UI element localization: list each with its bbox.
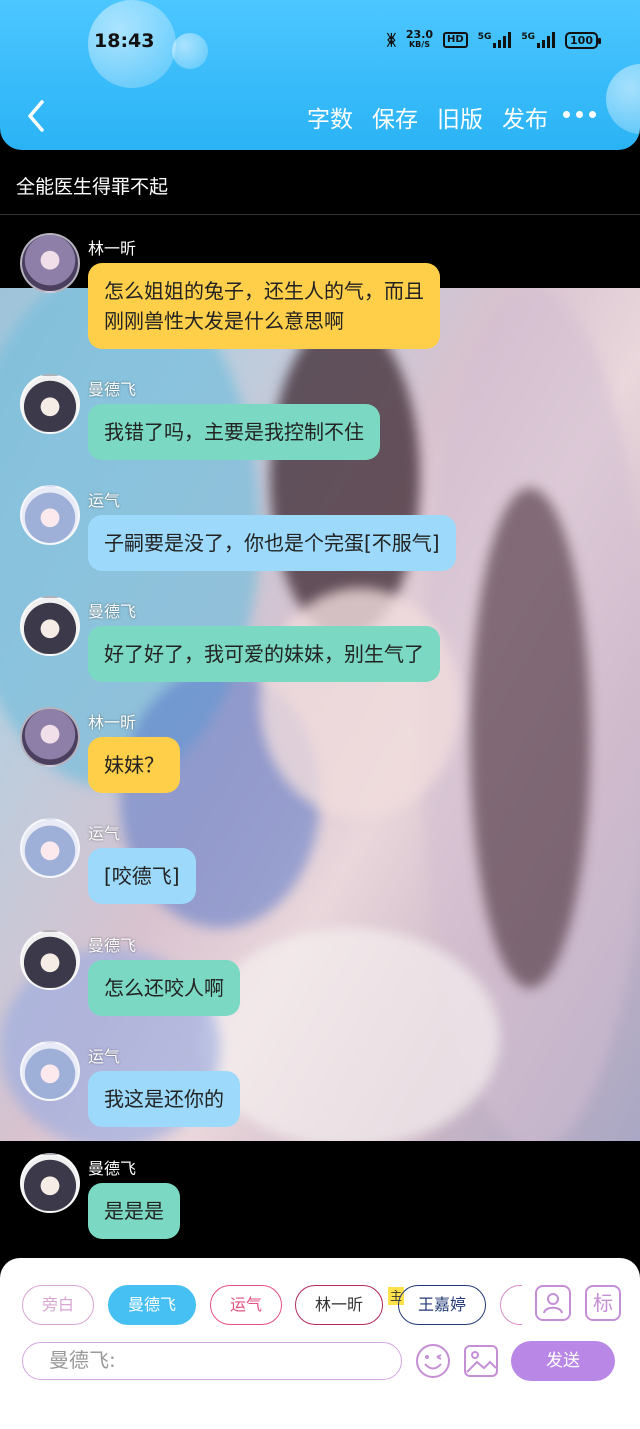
avatar[interactable] <box>20 930 80 990</box>
network-speed-unit: KB/S <box>408 40 430 49</box>
word-count-button[interactable]: 字数 <box>307 100 353 134</box>
avatar[interactable] <box>20 707 80 767</box>
message-bubble[interactable]: 子嗣要是没了，你也是个完蛋[不服气] <box>88 515 456 571</box>
avatar[interactable] <box>20 485 80 545</box>
avatar[interactable] <box>20 233 80 293</box>
speaker-name: 运气 <box>88 824 121 843</box>
back-button[interactable] <box>22 96 52 136</box>
character-chip-yunqi[interactable]: 运气 <box>210 1285 282 1325</box>
status-icons: ᛤ 23.0 KB/S HD 5G 5G 100 <box>386 28 601 50</box>
bluetooth-icon: ᛤ <box>386 31 396 49</box>
avatar[interactable] <box>20 596 80 656</box>
message-bubble[interactable]: 我这是还你的 <box>88 1071 240 1127</box>
composer-panel: 旁白 曼德飞 运气 林一昕 主 王嘉婷 标 曼德飞: 发送 <box>0 1258 640 1429</box>
network-label-2: 5G <box>521 32 536 42</box>
tag-icon[interactable]: 标 <box>585 1285 621 1321</box>
speaker-name: 运气 <box>88 1047 121 1066</box>
message-bubble[interactable]: 我错了吗，主要是我控制不住 <box>88 404 380 460</box>
character-card-icon[interactable] <box>535 1285 571 1321</box>
message-line: 刚刚兽性大发是什么意思啊 <box>104 309 344 333</box>
message-bubble[interactable]: 好了好了，我可爱的妹妹，别生气了 <box>88 626 440 682</box>
hd-badge: HD <box>443 32 468 48</box>
image-icon[interactable] <box>462 1342 500 1380</box>
person-icon <box>543 1293 563 1314</box>
speaker-name: 曼德飞 <box>88 602 137 621</box>
speaker-name: 曼德飞 <box>88 380 137 399</box>
speaker-name: 林一昕 <box>88 713 137 732</box>
message-line: 子嗣要是没了，你也是个完蛋[不服气] <box>104 531 440 555</box>
divider <box>0 214 640 215</box>
message-line: 我错了吗，主要是我控制不住 <box>104 420 364 444</box>
speaker-name: 曼德飞 <box>88 936 137 955</box>
avatar[interactable] <box>20 374 80 434</box>
character-chip-narration[interactable]: 旁白 <box>22 1285 94 1325</box>
message-line: 怎么还咬人啊 <box>104 976 224 1000</box>
document-title: 全能医生得罪不起 <box>16 176 169 198</box>
more-dots-icon[interactable] <box>563 111 596 118</box>
header-toolbar: 字数 保存 旧版 发布 <box>307 100 548 134</box>
save-button[interactable]: 保存 <box>372 100 418 134</box>
message-bubble[interactable]: 怎么还咬人啊 <box>88 960 240 1016</box>
character-selector: 旁白 曼德飞 运气 林一昕 主 王嘉婷 <box>22 1285 522 1327</box>
avatar[interactable] <box>20 818 80 878</box>
character-chip-wangjiating[interactable]: 王嘉婷 <box>398 1285 486 1325</box>
battery-indicator: 100 <box>565 31 601 49</box>
message-bubble[interactable]: [咬德飞] <box>88 848 196 904</box>
message-bubble[interactable]: 是是是 <box>88 1183 180 1239</box>
message-line: [咬德飞] <box>104 864 180 888</box>
status-bar: 18:43 ᛤ 23.0 KB/S HD 5G 5G 100 <box>0 0 640 80</box>
message-line: 好了好了，我可爱的妹妹，别生气了 <box>104 642 424 666</box>
old-version-button[interactable]: 旧版 <box>437 100 483 134</box>
message-line: 妹妹？ <box>104 753 164 777</box>
network-speed: 23.0 KB/S <box>405 28 434 50</box>
send-button[interactable]: 发送 <box>511 1341 615 1381</box>
network-speed-value: 23.0 <box>405 28 434 41</box>
avatar[interactable] <box>20 1041 80 1101</box>
avatar[interactable] <box>20 1153 80 1213</box>
speaker-name: 林一昕 <box>88 239 137 258</box>
message-line: 我这是还你的 <box>104 1087 224 1111</box>
chevron-left-icon <box>28 100 44 132</box>
message-input[interactable]: 曼德飞: <box>22 1342 402 1380</box>
character-chip-mandefei[interactable]: 曼德飞 <box>108 1285 196 1325</box>
message-line: 怎么姐姐的兔子，还生人的气，而且 <box>104 279 424 303</box>
character-chip-partial[interactable] <box>500 1285 522 1325</box>
speaker-name: 运气 <box>88 491 121 510</box>
message-bubble[interactable]: 怎么姐姐的兔子，还生人的气，而且 刚刚兽性大发是什么意思啊 <box>88 263 440 349</box>
message-bubble[interactable]: 妹妹？ <box>88 737 180 793</box>
emoji-icon[interactable] <box>414 1342 452 1380</box>
signal-5g-icon: 5G <box>521 32 556 48</box>
signal-5g-icon: 5G <box>478 32 512 48</box>
publish-button[interactable]: 发布 <box>502 100 548 134</box>
character-chip-linyixin[interactable]: 林一昕 <box>295 1285 383 1325</box>
app-header: 18:43 ᛤ 23.0 KB/S HD 5G 5G 100 字数 保存 旧版 … <box>0 0 640 150</box>
network-label-1: 5G <box>477 32 492 42</box>
message-line: 是是是 <box>104 1199 164 1223</box>
speaker-name: 曼德飞 <box>88 1159 137 1178</box>
status-time: 18:43 <box>94 30 155 52</box>
